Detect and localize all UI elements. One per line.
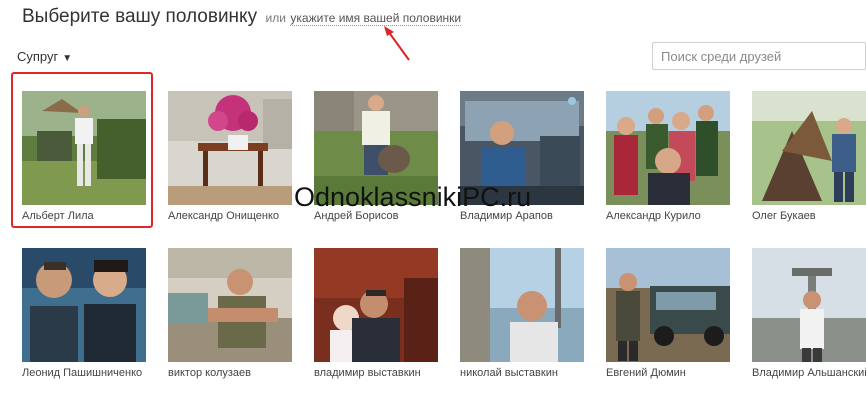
friend-photo: [314, 248, 438, 362]
enter-name-link[interactable]: укажите имя вашей половинки: [290, 11, 462, 26]
friend-photo: [606, 91, 730, 205]
caret-down-icon: ▼: [62, 53, 73, 64]
friend-photo: [606, 248, 730, 362]
friend-card[interactable]: владимир выставкин: [314, 248, 440, 380]
friend-name: виктор колузаев: [168, 367, 251, 379]
or-text: или: [265, 11, 286, 25]
friend-card[interactable]: Владимир Альшанский: [752, 248, 866, 380]
friend-name: Леонид Пашишниченко: [22, 367, 143, 379]
page-title: Выберите вашу половинку: [22, 6, 258, 27]
red-arrow-annotation: [384, 26, 410, 61]
friend-photo: [752, 248, 866, 362]
selection-highlight: [11, 72, 153, 228]
friend-photo: [460, 248, 584, 362]
friend-search-input[interactable]: [652, 42, 866, 70]
friend-card[interactable]: Олег Букаев: [752, 91, 866, 223]
friend-photo: [168, 248, 292, 362]
friend-name: николай выставкин: [460, 367, 558, 379]
friend-photo: [168, 91, 292, 205]
friend-card[interactable]: Александр Курило: [606, 91, 732, 223]
friend-name: Владимир Альшанский: [752, 367, 866, 379]
watermark-text: OdnoklassnikiPC.ru: [294, 182, 532, 212]
friend-card[interactable]: Леонид Пашишниченко: [22, 248, 148, 380]
friend-name: Евгений Дюмин: [606, 367, 686, 379]
friend-card[interactable]: Евгений Дюмин: [606, 248, 732, 380]
friend-name: Олег Букаев: [752, 210, 816, 222]
filter-label: Супруг: [17, 49, 59, 64]
friend-card[interactable]: виктор колузаев: [168, 248, 294, 380]
friend-card[interactable]: николай выставкин: [460, 248, 586, 380]
friend-name: Александр Курило: [606, 210, 701, 222]
friend-photo: [22, 248, 146, 362]
friend-name: владимир выставкин: [314, 367, 421, 379]
friend-card[interactable]: Александр Онищенко: [168, 91, 294, 223]
friend-photo: [752, 91, 866, 205]
friend-name: Александр Онищенко: [168, 210, 280, 222]
relation-filter-dropdown[interactable]: Супруг ▼: [17, 49, 72, 64]
